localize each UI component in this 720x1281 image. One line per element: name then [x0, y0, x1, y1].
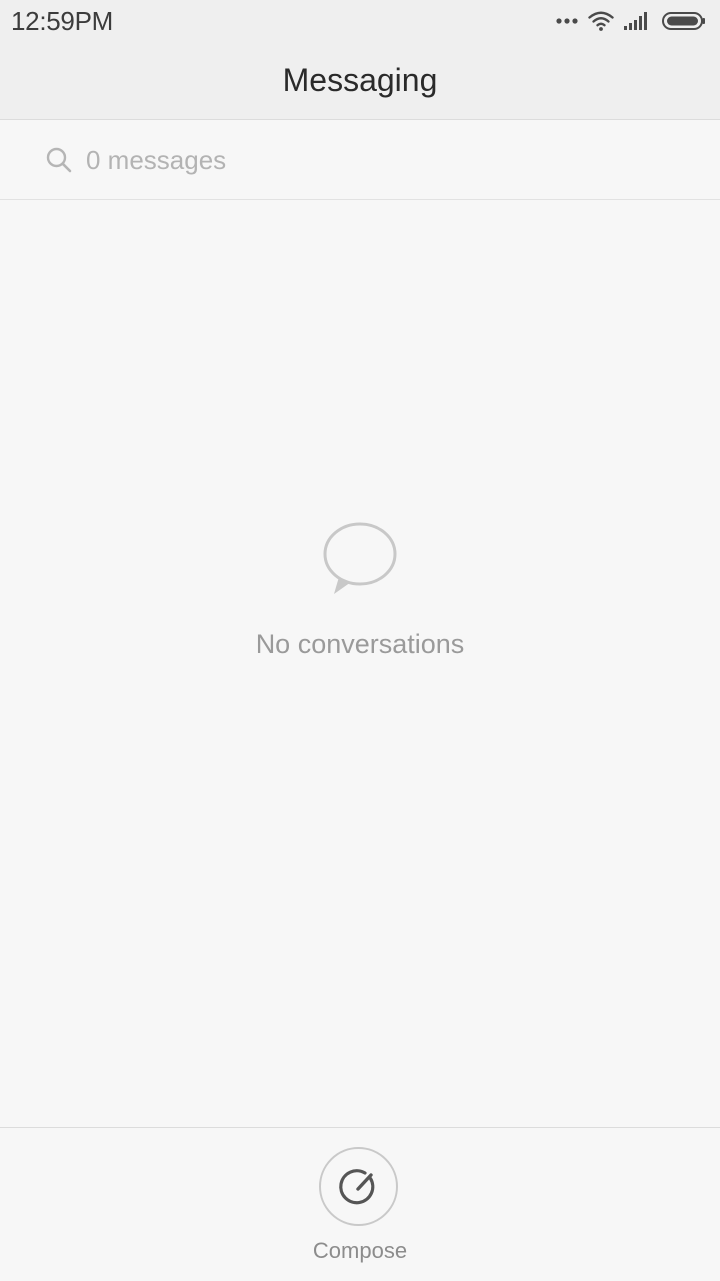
compose-button[interactable]: Compose	[310, 1146, 410, 1276]
battery-icon	[662, 12, 706, 30]
compose-label: Compose	[312, 1238, 408, 1263]
empty-state-message: No conversations	[255, 629, 465, 659]
compose-icon	[338, 1166, 380, 1208]
bottom-bar: Compose	[0, 1127, 720, 1281]
search-input[interactable]	[86, 144, 666, 176]
more-dots-icon	[556, 18, 578, 24]
search-icon	[46, 147, 72, 178]
app-header: Messaging	[0, 42, 720, 120]
compose-circle[interactable]	[319, 1147, 398, 1226]
status-icons	[556, 8, 706, 34]
signal-icon	[624, 12, 648, 30]
page-title: Messaging	[282, 62, 438, 98]
speech-bubble-icon	[322, 521, 398, 600]
empty-state: No conversations	[0, 200, 720, 1127]
search-bar[interactable]	[0, 120, 720, 200]
status-bar: 12:59PM	[0, 0, 720, 42]
wifi-icon	[588, 11, 614, 31]
status-time: 12:59PM	[11, 6, 113, 36]
